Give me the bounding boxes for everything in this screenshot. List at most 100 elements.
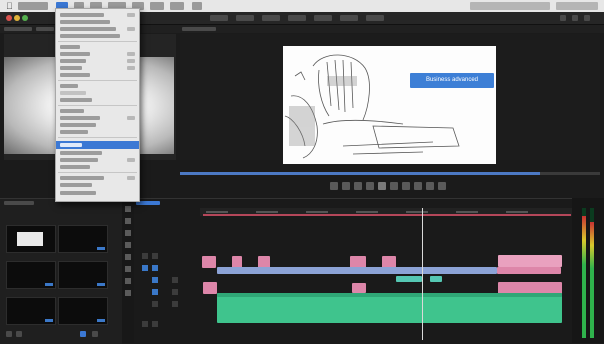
apple-icon[interactable]:  [6, 1, 14, 11]
menu-item[interactable] [60, 165, 90, 169]
project-tab[interactable] [4, 201, 34, 205]
menu-item[interactable] [170, 2, 184, 10]
export-frame-icon[interactable] [438, 182, 446, 190]
workspace-tab[interactable] [236, 15, 254, 21]
video-clip[interactable] [430, 276, 442, 282]
title-overlay[interactable]: Business advanced [410, 73, 494, 88]
menu-item[interactable] [60, 191, 96, 195]
lock-icon[interactable] [152, 253, 158, 259]
project-thumbnail[interactable] [6, 225, 56, 253]
mute-icon[interactable] [172, 301, 178, 307]
menu-item[interactable] [60, 59, 86, 63]
type-tool-icon[interactable] [125, 290, 131, 296]
menu-item[interactable] [60, 45, 80, 49]
trash-icon[interactable] [92, 331, 98, 337]
mic-icon[interactable] [142, 321, 148, 327]
menu-item[interactable] [150, 2, 164, 10]
menu-item[interactable] [60, 109, 84, 113]
menu-item[interactable] [192, 2, 202, 10]
sync-lock-icon[interactable] [172, 277, 178, 283]
video-clip[interactable] [497, 267, 561, 274]
source-timecode[interactable] [6, 161, 42, 168]
hand-tool-icon[interactable] [125, 278, 131, 284]
menu-item[interactable] [60, 116, 100, 120]
project-thumbnail[interactable] [58, 225, 108, 253]
video-clip[interactable] [396, 276, 422, 282]
selection-tool-icon[interactable] [125, 206, 131, 212]
step-back-icon[interactable] [366, 182, 374, 190]
workspace-tab[interactable] [288, 15, 306, 21]
project-thumbnail[interactable] [6, 261, 56, 289]
program-timecode[interactable] [182, 161, 218, 168]
solo-icon[interactable] [152, 321, 158, 327]
menu-item[interactable] [60, 151, 102, 155]
menu-item[interactable] [60, 52, 90, 56]
close-icon[interactable] [6, 15, 12, 21]
extract-icon[interactable] [426, 182, 434, 190]
lock-icon[interactable] [152, 289, 158, 295]
audio-clip[interactable] [352, 283, 366, 293]
ripple-edit-icon[interactable] [125, 230, 131, 236]
play-icon[interactable] [378, 182, 386, 190]
program-tab[interactable] [182, 27, 216, 31]
maximize-icon[interactable] [22, 15, 28, 21]
video-clip[interactable] [217, 267, 497, 274]
audio-clip[interactable] [203, 282, 217, 294]
mark-out-icon[interactable] [342, 182, 350, 190]
audio-clip[interactable] [217, 293, 562, 323]
list-view-icon[interactable] [6, 331, 12, 337]
menu-item[interactable] [60, 176, 104, 180]
menu-item[interactable] [60, 34, 120, 38]
source-tab[interactable] [4, 27, 32, 31]
menu-item[interactable] [60, 130, 88, 134]
menu-item[interactable] [60, 20, 110, 24]
share-icon[interactable] [572, 15, 578, 21]
menu-item[interactable] [60, 84, 78, 88]
go-to-out-icon[interactable] [402, 182, 410, 190]
workspace-tab[interactable] [340, 15, 358, 21]
go-to-in-icon[interactable] [354, 182, 362, 190]
lock-icon[interactable] [152, 301, 158, 307]
eye-icon[interactable] [142, 253, 148, 259]
playhead[interactable] [422, 208, 423, 340]
menu-item[interactable] [60, 158, 98, 162]
lock-icon[interactable] [152, 277, 158, 283]
workspace-tab[interactable] [314, 15, 332, 21]
video-clip[interactable] [202, 256, 216, 268]
menu-item[interactable] [60, 27, 116, 31]
video-clip[interactable] [498, 255, 562, 267]
menu-app[interactable] [18, 2, 48, 10]
maximize-panel-icon[interactable] [584, 15, 590, 21]
track-select-icon[interactable] [125, 218, 131, 224]
search-icon[interactable] [560, 15, 566, 21]
project-thumbnail[interactable] [58, 261, 108, 289]
work-area-bar[interactable] [203, 214, 571, 216]
eye-icon[interactable] [142, 265, 148, 271]
menu-item[interactable] [60, 98, 92, 102]
project-thumbnail[interactable] [6, 297, 56, 325]
slip-tool-icon[interactable] [125, 254, 131, 260]
pen-tool-icon[interactable] [125, 266, 131, 272]
workspace-tab[interactable] [210, 15, 228, 21]
menu-item[interactable] [60, 66, 82, 70]
minimize-icon[interactable] [14, 15, 20, 21]
project-thumbnail[interactable] [58, 297, 108, 325]
mute-icon[interactable] [172, 289, 178, 295]
razor-tool-icon[interactable] [125, 242, 131, 248]
menu-item[interactable] [60, 91, 86, 95]
lift-icon[interactable] [414, 182, 422, 190]
mark-in-icon[interactable] [330, 182, 338, 190]
menu-item-highlighted[interactable] [56, 141, 139, 149]
lock-icon[interactable] [152, 265, 158, 271]
audio-meter-left [582, 208, 586, 338]
workspace-tab[interactable] [366, 15, 384, 21]
new-item-icon[interactable] [80, 331, 86, 337]
menu-item[interactable] [60, 183, 92, 187]
icon-view-icon[interactable] [16, 331, 22, 337]
menu-item[interactable] [60, 123, 96, 127]
menu-item[interactable] [60, 13, 104, 17]
workspace-tab[interactable] [262, 15, 280, 21]
menu-item[interactable] [60, 73, 90, 77]
effect-controls-tab[interactable] [36, 27, 54, 31]
step-forward-icon[interactable] [390, 182, 398, 190]
